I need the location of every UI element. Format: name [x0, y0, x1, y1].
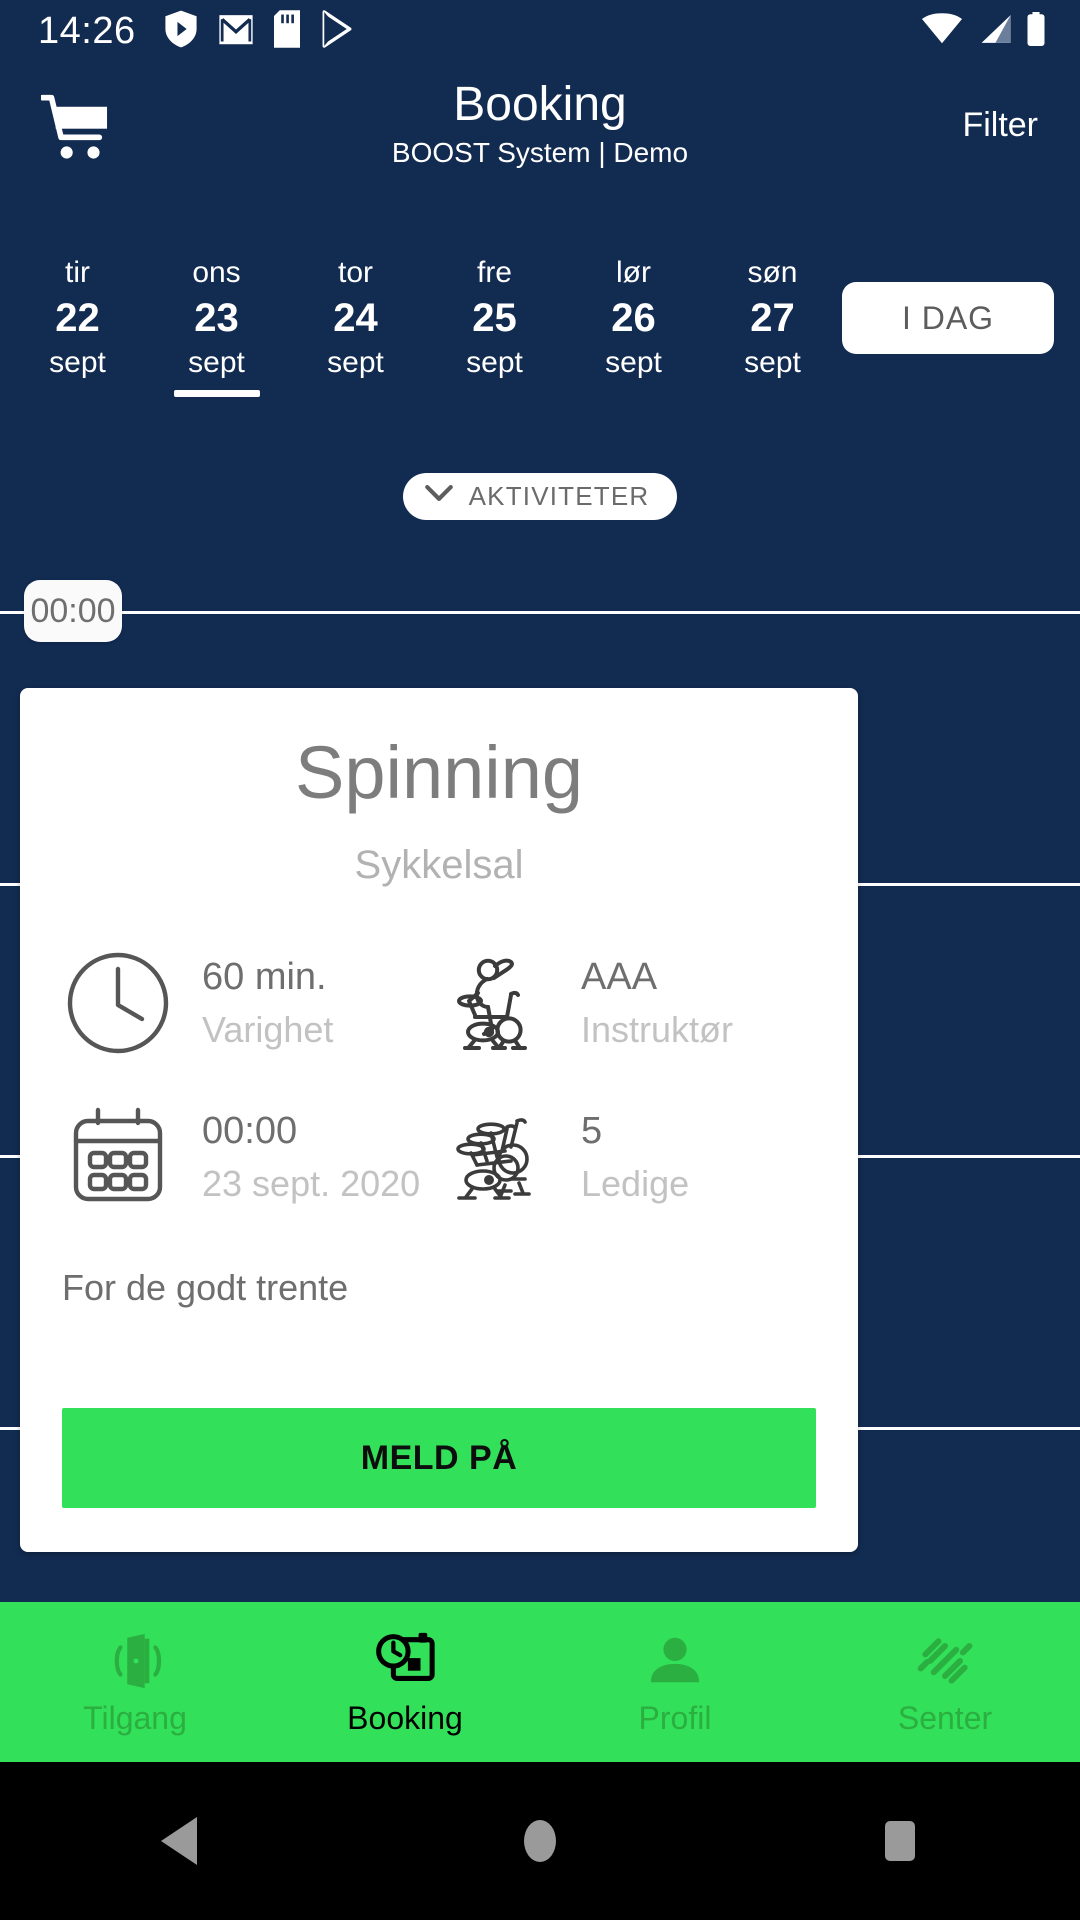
person-icon	[646, 1630, 704, 1692]
class-info-datetime: 00:00 23 sept. 2020	[60, 1099, 439, 1215]
cellular-signal-icon	[976, 13, 1012, 50]
date-item-selected-indicator	[173, 390, 260, 397]
spin-bikes-icon	[439, 1099, 555, 1215]
date-item-weekday: ons	[192, 256, 241, 289]
class-info-duration: 60 min. Varighet	[60, 945, 439, 1061]
date-item-weekday: søn	[747, 256, 798, 289]
date-item-27[interactable]: søn 27 sept	[703, 250, 842, 381]
app-bar-title-block: Booking BOOST System | Demo	[0, 62, 1080, 169]
spin-rider-icon	[439, 945, 555, 1061]
activities-dropdown[interactable]: AKTIVITETER	[402, 473, 678, 520]
class-title: Spinning	[294, 731, 583, 814]
app-bar: Booking BOOST System | Demo Filter	[0, 62, 1080, 197]
today-button-label: I DAG	[901, 299, 995, 336]
class-card[interactable]: Spinning Sykkelsal 60 min. Varighet AAA …	[20, 688, 858, 1553]
timeline-time-label-0000: 00:00	[24, 580, 122, 642]
class-description: For de godt trente	[62, 1267, 349, 1309]
class-info-time-value: 00:00	[202, 1110, 298, 1153]
door-access-icon	[104, 1630, 166, 1692]
nav-item-senter[interactable]: Senter	[810, 1602, 1080, 1762]
status-bar-system-icons	[922, 11, 1046, 51]
class-info-available-text: 5 Ledige	[581, 1109, 689, 1206]
date-item-month: sept	[744, 345, 801, 379]
calendar-clock-icon	[374, 1630, 436, 1692]
play-store-icon	[320, 9, 354, 53]
status-bar-notification-icons	[164, 9, 354, 53]
dumbbell-icon	[915, 1630, 975, 1692]
date-item-weekday: lør	[616, 256, 651, 289]
date-item-23[interactable]: ons 23 sept	[147, 250, 286, 397]
class-info-duration-text: 60 min. Varighet	[202, 955, 333, 1052]
gmail-icon	[218, 11, 254, 52]
android-recents-button[interactable]	[830, 1762, 970, 1920]
date-item-daynumber: 26	[611, 295, 656, 340]
class-info-grid: 60 min. Varighet AAA Instruktør 00:00 23…	[20, 945, 858, 1215]
class-info-available: 5 Ledige	[439, 1099, 818, 1215]
class-room: Sykkelsal	[354, 843, 524, 888]
status-bar: 14:26	[0, 0, 1080, 62]
date-item-month: sept	[188, 345, 245, 379]
signup-button[interactable]: MELD PÅ	[62, 1408, 816, 1509]
date-strip-days: tir 22 sept ons 23 sept tor 24 sept fre …	[0, 250, 842, 397]
shield-play-icon	[164, 10, 198, 53]
app-screen: 14:26 Booking BOOST System | Demo Filter…	[0, 0, 1080, 1920]
bottom-navigation-bar: Tilgang Booking Profil Senter	[0, 1602, 1080, 1762]
nav-item-booking[interactable]: Booking	[270, 1602, 540, 1762]
date-item-month: sept	[605, 345, 662, 379]
class-info-date-value: 23 sept. 2020	[202, 1162, 421, 1204]
date-item-25[interactable]: fre 25 sept	[425, 250, 564, 381]
date-item-weekday: tor	[337, 256, 373, 289]
filter-button[interactable]: Filter	[962, 106, 1038, 145]
timeline-time-text: 00:00	[30, 591, 116, 630]
android-home-button[interactable]	[470, 1762, 610, 1920]
nav-item-label: Profil	[638, 1700, 712, 1736]
date-item-daynumber: 22	[55, 295, 100, 340]
class-info-duration-value: 60 min.	[202, 956, 327, 999]
class-info-instructor-label: Instruktør	[581, 1008, 734, 1050]
nav-item-tilgang[interactable]: Tilgang	[0, 1602, 270, 1762]
android-back-button[interactable]	[110, 1762, 250, 1920]
activities-filter-row: AKTIVITETER	[0, 473, 1080, 520]
wifi-icon	[922, 12, 962, 50]
date-item-daynumber: 25	[472, 295, 517, 340]
android-system-navigation	[0, 1762, 1080, 1920]
chevron-down-icon	[424, 485, 453, 508]
battery-icon	[1026, 11, 1046, 51]
today-button[interactable]: I DAG	[842, 282, 1054, 354]
date-item-daynumber: 27	[750, 295, 795, 340]
date-item-daynumber: 24	[333, 295, 378, 340]
date-item-daynumber: 23	[194, 295, 239, 340]
signup-button-label: MELD PÅ	[360, 1438, 518, 1477]
clock-icon	[60, 945, 176, 1061]
date-item-26[interactable]: lør 26 sept	[564, 250, 703, 381]
date-item-24[interactable]: tor 24 sept	[286, 250, 425, 381]
activities-dropdown-label: AKTIVITETER	[468, 481, 650, 511]
sd-card-icon	[273, 9, 300, 53]
nav-item-profil[interactable]: Profil	[540, 1602, 810, 1762]
class-info-instructor-value: AAA	[581, 956, 658, 999]
date-strip: tir 22 sept ons 23 sept tor 24 sept fre …	[0, 250, 1080, 410]
class-info-available-value: 5	[581, 1110, 603, 1153]
timeline-gridline-0000	[0, 611, 1080, 614]
status-bar-clock: 14:26	[38, 10, 136, 52]
page-title: Booking	[453, 78, 627, 131]
date-item-month: sept	[49, 345, 106, 379]
class-info-available-label: Ledige	[581, 1162, 690, 1204]
nav-item-label: Booking	[347, 1700, 463, 1736]
date-item-month: sept	[327, 345, 384, 379]
date-item-22[interactable]: tir 22 sept	[8, 250, 147, 381]
class-info-instructor: AAA Instruktør	[439, 945, 818, 1061]
date-item-weekday: fre	[476, 256, 512, 289]
class-info-duration-label: Varighet	[202, 1008, 334, 1050]
nav-item-label: Tilgang	[83, 1700, 187, 1736]
page-subtitle: BOOST System | Demo	[391, 137, 689, 169]
class-info-instructor-text: AAA Instruktør	[581, 955, 733, 1052]
calendar-icon	[60, 1099, 176, 1215]
date-item-weekday: tir	[65, 256, 90, 289]
class-cta-wrapper: MELD PÅ	[20, 1408, 858, 1552]
nav-item-label: Senter	[897, 1700, 993, 1736]
class-info-datetime-text: 00:00 23 sept. 2020	[202, 1109, 420, 1206]
date-item-month: sept	[466, 345, 523, 379]
